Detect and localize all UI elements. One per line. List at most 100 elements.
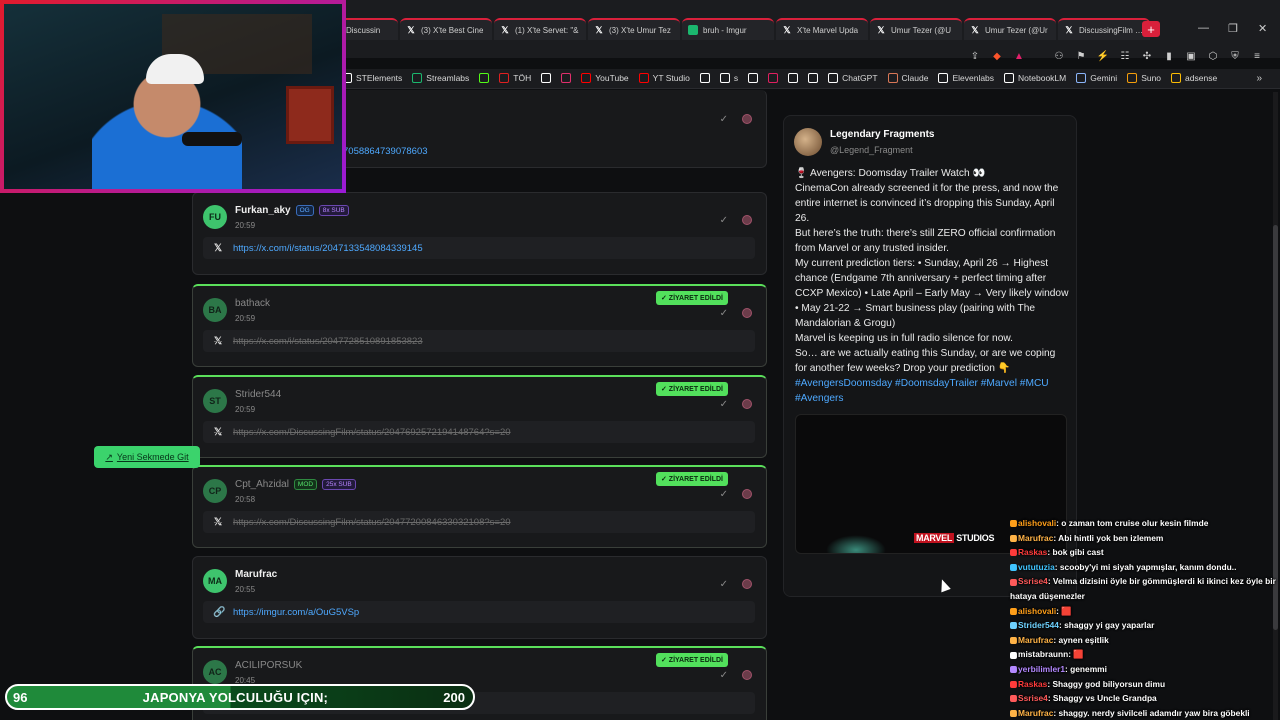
link-url[interactable]: https://imgur.com/a/OuG5VSp	[233, 607, 359, 618]
chat-message: alishovali: 🟥	[1010, 604, 1280, 619]
bookmark-item[interactable]: Elevenlabs	[938, 73, 994, 83]
browser-tab[interactable]: 𝕏 X'te Marvel Upda	[776, 18, 868, 40]
bookmark-item[interactable]: Gemini	[1076, 73, 1117, 83]
browser-tab[interactable]: 𝕏 (3) X'te Best Cine	[400, 18, 492, 40]
close-window-icon[interactable]: ✕	[1258, 22, 1267, 35]
browser-tab[interactable]: 𝕏 DiscussingFilm (@	[1058, 18, 1150, 40]
bookmark-item[interactable]	[808, 73, 819, 83]
extension-icon[interactable]: ⚇	[1052, 49, 1066, 63]
link-box[interactable]: 🔗 https://imgur.com/a/OuG5VSp	[203, 601, 755, 623]
ban-icon[interactable]	[742, 579, 752, 589]
bookmark-item[interactable]: YouTube	[581, 73, 629, 83]
bookmark-item[interactable]: adsense	[1171, 73, 1217, 83]
extensions-puzzle-icon[interactable]: ✣	[1140, 49, 1154, 63]
sidebar-icon[interactable]: ▮	[1162, 49, 1176, 63]
bookmark-item[interactable]: s	[719, 73, 738, 83]
bookmark-item[interactable]: Streamlabs	[412, 73, 469, 83]
chat-username[interactable]: Strider544	[1018, 620, 1059, 630]
tweet-hashtags[interactable]: #AvengersDoomsday #DoomsdayTrailer #Marv…	[795, 376, 1070, 406]
chat-username[interactable]: Raskas	[1018, 547, 1047, 557]
browser-tab[interactable]: 𝕏 (3) X'te Umur Tez	[588, 18, 680, 40]
extension-icon[interactable]: ⚑	[1074, 49, 1088, 63]
extension-icon[interactable]: ⚡	[1096, 49, 1110, 63]
brave-shield-icon[interactable]: ◆	[990, 49, 1004, 63]
chat-username[interactable]: alishovali	[1018, 606, 1056, 616]
goal-current: 96	[13, 689, 28, 705]
chat-username[interactable]: Marufrac	[1018, 708, 1053, 718]
mark-visited-check-icon[interactable]: ✓	[720, 114, 728, 125]
chat-username[interactable]: alishovali	[1018, 518, 1056, 528]
bookmark-item[interactable]	[479, 73, 490, 83]
bookmark-item[interactable]: TÖH	[499, 73, 531, 83]
link-url[interactable]: https://x.com/i/status/20471335480843391…	[233, 243, 423, 254]
chat-username[interactable]: mistabraunn	[1018, 649, 1068, 659]
ban-icon[interactable]	[742, 670, 752, 680]
browser-tab[interactable]: 𝕏 (1) X'te Servet: "&	[494, 18, 586, 40]
chat-username[interactable]: Raskas	[1018, 679, 1047, 689]
shield-icon[interactable]: ⛨	[1228, 49, 1242, 63]
mark-visited-check-icon[interactable]: ✓	[720, 489, 728, 500]
tab-title: (3) X'te Best Cine	[421, 25, 484, 35]
link-url[interactable]: 7058864739078603	[343, 146, 428, 157]
wallet-icon[interactable]: ▣	[1184, 49, 1198, 63]
more-bookmarks-icon[interactable]: »	[1256, 73, 1262, 84]
bookmark-item[interactable]	[541, 73, 552, 83]
chat-username[interactable]: Marufrac	[1018, 533, 1053, 543]
menu-icon[interactable]: ≡	[1250, 49, 1264, 63]
tab-title: DiscussingFilm (@	[1079, 25, 1144, 35]
bookmark-item[interactable]	[748, 73, 759, 83]
browser-tab[interactable]: 𝕏 Umur Tezer (@U	[870, 18, 962, 40]
ban-icon[interactable]	[742, 215, 752, 225]
link-box[interactable]: 𝕏https://x.com/i/status/2047728510891853…	[203, 330, 755, 352]
bookmark-item[interactable]: NotebookLM	[1004, 73, 1066, 83]
minimize-icon[interactable]: —	[1198, 22, 1209, 34]
message-card: BA bathack 20:59 𝕏https://x.com/i/status/20…	[192, 284, 767, 367]
link-box[interactable]: 𝕏https://x.com/i/status/2047133548084339…	[203, 237, 755, 259]
link-url[interactable]: https://x.com/i/status/20477285108918538…	[233, 336, 423, 347]
chat-username[interactable]: Ssrise4	[1018, 693, 1048, 703]
browser-tab[interactable]: bruh - Imgur	[682, 18, 774, 40]
ban-icon[interactable]	[742, 399, 752, 409]
bookmark-item[interactable]: Claude	[887, 73, 928, 83]
maximize-icon[interactable]: ❐	[1228, 22, 1238, 35]
brave-rewards-icon[interactable]: ▲	[1012, 49, 1026, 63]
mark-visited-check-icon[interactable]: ✓	[720, 308, 728, 319]
bookmark-item[interactable]: Suno	[1127, 73, 1161, 83]
link-url[interactable]: https://x.com/DiscussingFilm/status/2047…	[233, 517, 511, 528]
bookmark-item[interactable]	[699, 73, 710, 83]
chat-username[interactable]: Marufrac	[1018, 635, 1053, 645]
browser-tab[interactable]: Discussin	[340, 18, 398, 40]
link-box[interactable]: 𝕏https://x.com/DiscussingFilm/status/204…	[203, 511, 755, 533]
bookmark-favicon-icon	[412, 73, 423, 83]
mark-visited-check-icon[interactable]: ✓	[720, 215, 728, 226]
tweet-author-name[interactable]: Legendary Fragments	[830, 129, 934, 140]
open-in-new-tab-button[interactable]: ↗ Yeni Sekmede Git	[94, 446, 200, 468]
bookmark-item[interactable]	[788, 73, 799, 83]
avatar: CP	[203, 479, 227, 503]
mark-visited-check-icon[interactable]: ✓	[720, 670, 728, 681]
bookmark-item[interactable]: STElements	[342, 73, 402, 83]
bookmark-item[interactable]	[561, 73, 572, 83]
chat-username[interactable]: Ssrise4	[1018, 576, 1048, 586]
ban-icon[interactable]	[742, 489, 752, 499]
browser-tab[interactable]: 𝕏 Umur Tezer (@Ur	[964, 18, 1056, 40]
avatar	[794, 128, 822, 156]
bookmark-item[interactable]: YT Studio	[638, 73, 690, 83]
share-icon[interactable]: ⇪	[968, 49, 982, 63]
chat-message: Ssrise4: Velma dizisini öyle bir gömmüşl…	[1010, 574, 1280, 603]
ban-icon[interactable]	[742, 114, 752, 124]
link-box[interactable]: 𝕏https://x.com/DiscussingFilm/status/204…	[203, 421, 755, 443]
extension-icon[interactable]: ☷	[1118, 49, 1132, 63]
vpn-icon[interactable]: ⬡	[1206, 49, 1220, 63]
bookmark-item[interactable]: ChatGPT	[828, 73, 878, 83]
link-url[interactable]: https://x.com/DiscussingFilm/status/2047…	[233, 427, 511, 438]
x-logo-icon: 𝕏	[595, 24, 603, 35]
bookmark-item[interactable]	[768, 73, 779, 83]
ban-icon[interactable]	[742, 308, 752, 318]
mark-visited-check-icon[interactable]: ✓	[720, 579, 728, 590]
chat-username[interactable]: yerbilimler1	[1018, 664, 1065, 674]
new-tab-button[interactable]: +	[1142, 21, 1160, 37]
chat-username[interactable]: vututuzia	[1018, 562, 1055, 572]
tweet-author-handle[interactable]: @Legend_Fragment	[830, 145, 913, 155]
mark-visited-check-icon[interactable]: ✓	[720, 399, 728, 410]
